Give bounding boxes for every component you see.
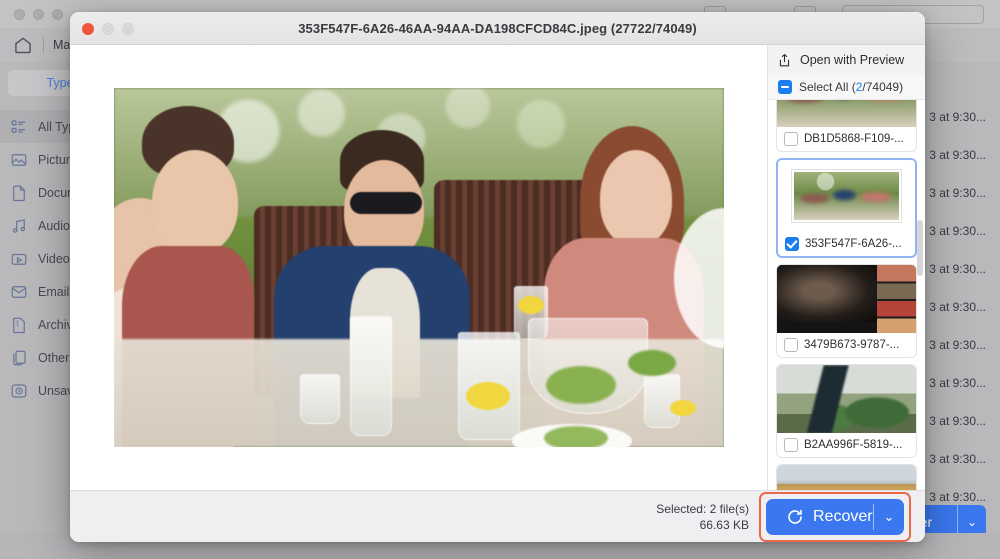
chevron-down-icon[interactable]: ⌄	[874, 509, 904, 525]
recover-button[interactable]: Recover ⌄	[766, 499, 904, 535]
selection-summary: Selected: 2 file(s) 66.63 KB	[656, 501, 749, 533]
selected-files-size: 66.63 KB	[656, 517, 749, 533]
file-row[interactable]: 3479B673-9787-...	[777, 333, 916, 357]
list-item[interactable]: 3479B673-9787-...	[776, 264, 917, 358]
list-item[interactable]: DB1D5868-F109-...	[776, 100, 917, 152]
list-item-selected[interactable]: 353F547F-6A26-...	[776, 158, 917, 258]
list-item[interactable]	[776, 464, 917, 490]
chevron-down-icon[interactable]: ⌄	[958, 515, 986, 529]
email-icon	[10, 283, 28, 301]
file-checkbox[interactable]	[784, 438, 798, 452]
file-row[interactable]: 353F547F-6A26-...	[778, 232, 915, 256]
file-row[interactable]: DB1D5868-F109-...	[777, 127, 916, 151]
file-row[interactable]: B2AA996F-5819-...	[777, 433, 916, 457]
file-list-panel: Open with Preview Select All (2/74049) D…	[767, 45, 925, 490]
image-preview-pane	[70, 45, 767, 490]
file-name: 353F547F-6A26-...	[805, 238, 902, 250]
file-thumbnail	[777, 100, 916, 127]
file-thumbnail	[777, 265, 916, 333]
recover-refresh-icon	[786, 508, 804, 526]
file-checkbox[interactable]	[784, 132, 798, 146]
recover-label: Recover	[813, 508, 873, 526]
audio-icon	[10, 217, 28, 235]
breadcrumb-separator	[43, 37, 44, 53]
preview-titlebar: 353F547F-6A26-46AA-94AA-DA198CFCD84C.jpe…	[70, 12, 925, 45]
archive-icon	[10, 316, 28, 334]
file-list-scrollbar[interactable]	[917, 220, 923, 276]
list-item[interactable]: B2AA996F-5819-...	[776, 364, 917, 458]
share-icon	[778, 53, 791, 68]
file-name: DB1D5868-F109-...	[804, 133, 904, 145]
sidebar-item-label: Audio	[38, 219, 70, 233]
unsaved-icon	[10, 382, 28, 400]
preview-image	[114, 88, 724, 447]
open-with-preview-button[interactable]: Open with Preview	[768, 45, 925, 75]
video-icon	[10, 250, 28, 268]
home-icon[interactable]	[12, 35, 34, 55]
file-thumbnail	[777, 365, 916, 433]
selected-files-count: Selected: 2 file(s)	[656, 501, 749, 517]
file-name: 3479B673-9787-...	[804, 339, 899, 351]
preview-title: 353F547F-6A26-46AA-94AA-DA198CFCD84C.jpe…	[70, 12, 925, 45]
preview-footer: Selected: 2 file(s) 66.63 KB Recover ⌄	[70, 490, 925, 542]
recover-button-highlight: Recover ⌄	[759, 492, 911, 542]
select-all-row[interactable]: Select All (2/74049)	[768, 75, 925, 100]
list-grid-icon	[10, 118, 28, 136]
file-checkbox[interactable]	[785, 237, 799, 251]
preview-body: Open with Preview Select All (2/74049) D…	[70, 45, 925, 490]
document-icon	[10, 184, 28, 202]
file-checkbox[interactable]	[784, 338, 798, 352]
select-all-label: Select All (2/74049)	[799, 80, 903, 94]
select-all-total: /74049)	[862, 80, 903, 94]
file-thumbnail	[778, 160, 915, 232]
select-all-checkbox[interactable]	[778, 80, 792, 94]
file-thumbnail	[777, 465, 916, 490]
file-list-header: Open with Preview Select All (2/74049)	[768, 45, 925, 100]
select-all-prefix: Select All (	[799, 80, 856, 94]
others-icon	[10, 349, 28, 367]
file-name: B2AA996F-5819-...	[804, 439, 902, 451]
open-with-preview-label: Open with Preview	[800, 53, 904, 67]
file-list-scroll-area[interactable]: DB1D5868-F109-... 353F547F-6A26-...	[768, 100, 925, 490]
image-preview-dialog: 353F547F-6A26-46AA-94AA-DA198CFCD84C.jpe…	[70, 12, 925, 542]
picture-icon	[10, 151, 28, 169]
